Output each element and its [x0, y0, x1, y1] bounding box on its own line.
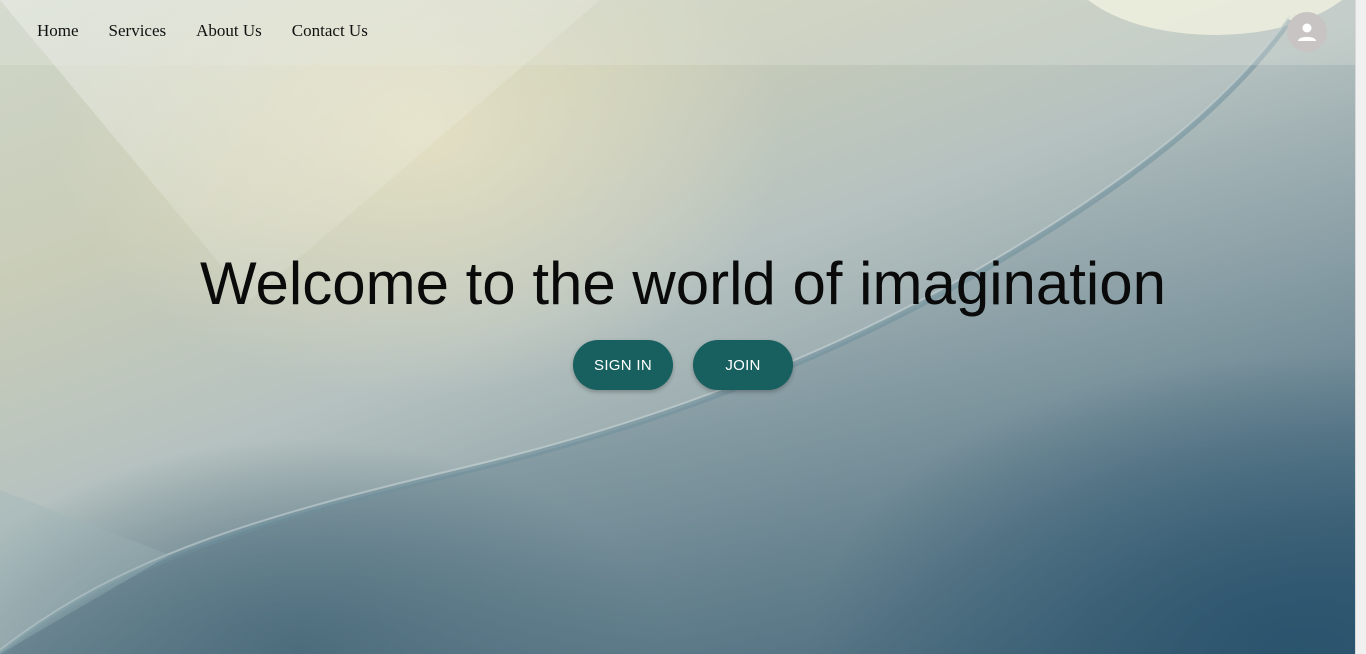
- nav-links: Home Services About Us Contact Us: [37, 21, 398, 41]
- nav-contact-link[interactable]: Contact Us: [292, 21, 368, 41]
- user-avatar-button[interactable]: [1287, 12, 1327, 52]
- nav-about-link[interactable]: About Us: [196, 21, 262, 41]
- sign-in-button[interactable]: SIGN IN: [573, 340, 673, 390]
- nav-services-link[interactable]: Services: [109, 21, 167, 41]
- nav-home-link[interactable]: Home: [37, 21, 79, 41]
- abstract-curve-artwork: [0, 0, 1355, 654]
- hero-headline: Welcome to the world of imagination: [199, 250, 1167, 317]
- scrollbar-track[interactable]: [1355, 0, 1366, 654]
- join-button[interactable]: JOIN: [693, 340, 793, 390]
- hero-buttons: SIGN IN JOIN: [573, 340, 793, 390]
- person-icon: [1298, 23, 1316, 41]
- hero-background: [0, 0, 1366, 654]
- top-navbar: Home Services About Us Contact Us: [0, 0, 1355, 65]
